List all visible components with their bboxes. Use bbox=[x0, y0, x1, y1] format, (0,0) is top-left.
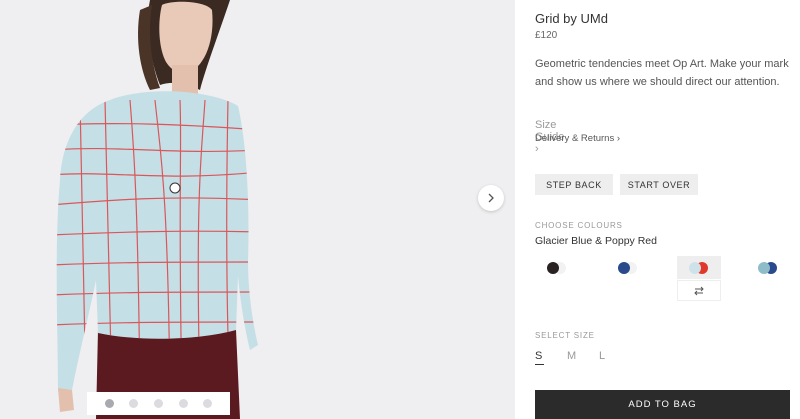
delivery-returns-link[interactable]: Delivery & Returns › bbox=[535, 133, 620, 144]
product-title: Grid by UMd bbox=[535, 11, 608, 26]
swap-icon bbox=[694, 286, 704, 295]
size-option-l[interactable]: L bbox=[599, 350, 631, 362]
product-gallery bbox=[0, 0, 515, 419]
next-image-button[interactable] bbox=[478, 185, 504, 211]
product-description: Geometric tendencies meet Op Art. Make y… bbox=[535, 58, 789, 88]
colour-swatch-3[interactable] bbox=[677, 256, 721, 279]
colour-swatch-2[interactable] bbox=[606, 256, 650, 279]
gallery-dot-4[interactable] bbox=[178, 399, 188, 408]
colour-swatch-4[interactable] bbox=[746, 256, 790, 279]
gallery-dot-1[interactable] bbox=[104, 399, 114, 408]
product-photo bbox=[56, 0, 258, 419]
add-to-bag-button[interactable]: ADD TO BAG bbox=[535, 390, 790, 419]
size-selector: S M L bbox=[535, 350, 631, 365]
gallery-dot-2[interactable] bbox=[129, 399, 139, 408]
product-price: £120 bbox=[535, 30, 558, 41]
gallery-dot-5[interactable] bbox=[203, 399, 213, 408]
chevron-right-icon bbox=[488, 193, 494, 203]
start-over-button[interactable]: START OVER bbox=[620, 174, 698, 195]
swap-colours-button[interactable] bbox=[677, 280, 721, 301]
product-info-panel: Grid by UMd £120 Geometric tendencies me… bbox=[535, 0, 790, 419]
size-option-m[interactable]: M bbox=[567, 350, 599, 362]
gallery-dot-3[interactable] bbox=[153, 399, 163, 408]
choose-colours-label: CHOOSE COLOURS bbox=[535, 221, 623, 230]
colour-swatch-1[interactable] bbox=[535, 256, 579, 279]
step-back-button[interactable]: STEP BACK bbox=[535, 174, 613, 195]
size-option-s[interactable]: S bbox=[535, 350, 567, 365]
selected-colour-name: Glacier Blue & Poppy Red bbox=[535, 235, 657, 247]
select-size-label: SELECT SIZE bbox=[535, 331, 595, 340]
gallery-pagination bbox=[87, 392, 230, 415]
